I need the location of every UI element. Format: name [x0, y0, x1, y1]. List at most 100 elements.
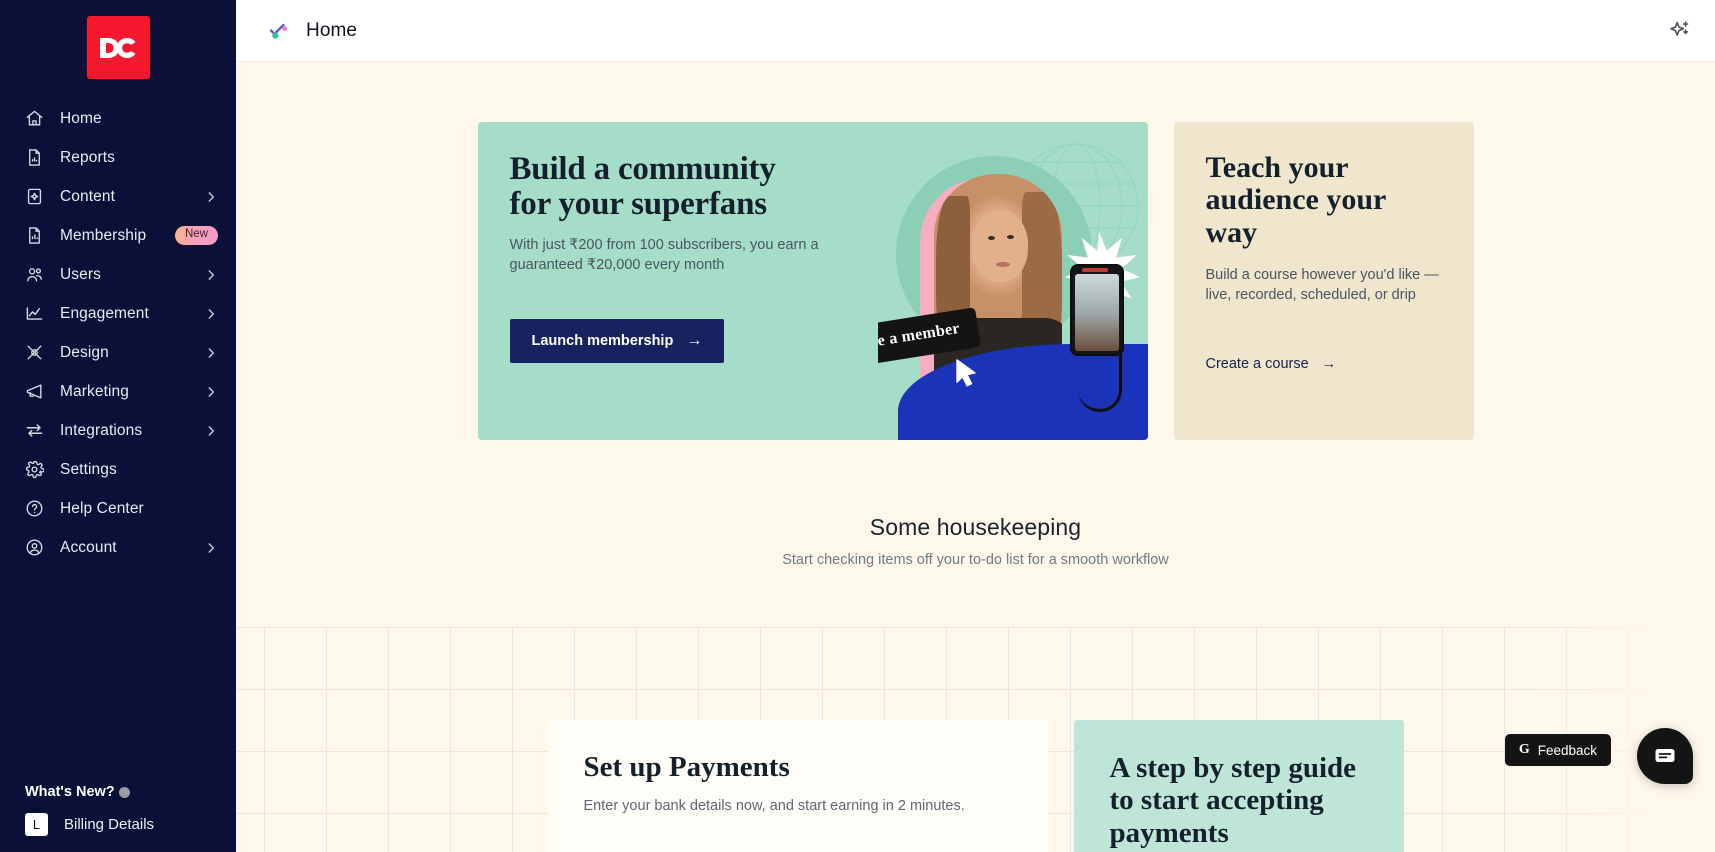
- membership-icon: [25, 226, 44, 245]
- sidebar-item-label: Home: [60, 109, 102, 127]
- sidebar-item-label: Design: [60, 343, 109, 361]
- sidebar-item-label: Engagement: [60, 304, 149, 322]
- membership-new-badge: New: [174, 226, 218, 245]
- main-area: Home Build a community for your superfan…: [236, 0, 1715, 852]
- payments-guide-card[interactable]: A step by step guide to start accepting …: [1073, 720, 1404, 852]
- sidebar-item-design[interactable]: Design: [0, 333, 236, 372]
- sidebar-item-label: Help Center: [60, 499, 144, 517]
- membership-promo-heading: Build a community for your superfans: [510, 152, 898, 222]
- course-promo-subtext: Build a course however you'd like — live…: [1205, 267, 1439, 304]
- membership-promo-card[interactable]: Build a community for your superfans Wit…: [477, 122, 1148, 440]
- chevron-right-icon: [208, 269, 215, 280]
- sidebar-item-membership[interactable]: Membership New: [0, 216, 236, 255]
- sidebar-item-marketing[interactable]: Marketing: [0, 372, 236, 411]
- collage-phone: [1069, 264, 1124, 356]
- arrow-right-icon: →: [686, 332, 703, 350]
- todo-card-row: Set up Payments Enter your bank details …: [236, 720, 1715, 852]
- chevron-right-icon: [208, 425, 215, 436]
- launch-membership-button[interactable]: Launch membership →: [509, 319, 725, 364]
- gear-icon: [25, 460, 44, 479]
- users-icon: [25, 265, 44, 284]
- topbar: Home: [236, 0, 1715, 62]
- sidebar-item-label: Integrations: [60, 421, 143, 439]
- membership-promo-subtext: With just ₹200 from 100 subscribers, you…: [509, 236, 819, 273]
- setup-payments-subtitle: Enter your bank details now, and start e…: [583, 797, 965, 814]
- setup-payments-title: Set up Payments: [583, 751, 790, 783]
- launch-membership-label: Launch membership: [531, 333, 674, 350]
- arrow-right-icon: →: [1321, 355, 1337, 372]
- heading-line-2: for your superfans: [509, 185, 768, 222]
- billing-details-item[interactable]: L Billing Details: [0, 807, 236, 846]
- chart-line-icon: [25, 304, 44, 323]
- dc-logo[interactable]: [86, 16, 150, 79]
- design-icon: [25, 343, 44, 362]
- phone-cord: [1077, 350, 1122, 412]
- question-icon: [25, 499, 44, 518]
- phone-live-bar: [1081, 268, 1108, 272]
- sidebar-item-engagement[interactable]: Engagement: [0, 294, 236, 333]
- page-title: Home: [306, 19, 358, 41]
- sidebar-item-account[interactable]: Account: [0, 528, 236, 567]
- logo-container[interactable]: [0, 0, 236, 93]
- feedback-logo-icon: G: [1518, 742, 1530, 757]
- sidebar-item-label: Users: [60, 265, 101, 283]
- chevron-right-icon: [208, 347, 215, 358]
- heading-line-1: Teach your: [1205, 151, 1349, 184]
- chat-widget-button[interactable]: [1637, 728, 1693, 784]
- sidebar-item-label: Account: [60, 538, 117, 556]
- housekeeping-subtitle: Start checking items off your to-do list…: [782, 552, 1169, 568]
- sidebar-item-users[interactable]: Users: [0, 255, 236, 294]
- course-promo-card[interactable]: Teach your audience your way Build a cou…: [1173, 122, 1474, 440]
- housekeeping-title: Some housekeeping: [869, 514, 1082, 540]
- whats-new-indicator-dot: [118, 786, 130, 798]
- sidebar-item-label: Membership: [60, 226, 147, 244]
- avatar: L: [25, 813, 48, 836]
- housekeeping-section-header: Some housekeeping Start checking items o…: [236, 514, 1715, 568]
- person-eye-left: [987, 236, 995, 240]
- whats-new-label: What's New?: [25, 784, 115, 800]
- create-a-course-link[interactable]: Create a course →: [1206, 356, 1337, 372]
- person-face: [971, 210, 1028, 282]
- sidebar-item-label: Content: [60, 187, 115, 205]
- chevron-right-icon: [208, 542, 215, 553]
- whats-new-button[interactable]: What's New?: [0, 777, 236, 807]
- feedback-button[interactable]: G Feedback: [1504, 734, 1611, 766]
- chat-bubble-icon: [1655, 749, 1675, 762]
- membership-promo-text: Build a community for your superfans Wit…: [478, 122, 898, 364]
- sidebar-item-label: Marketing: [60, 382, 129, 400]
- chevron-right-icon: [208, 308, 215, 319]
- sidebar-nav: Home Reports Content Membership New User…: [0, 99, 236, 567]
- chevron-right-icon: [208, 386, 215, 397]
- sidebar-item-label: Settings: [60, 460, 117, 478]
- sidebar-item-help-center[interactable]: Help Center: [0, 489, 236, 528]
- sidebar-item-settings[interactable]: Settings: [0, 450, 236, 489]
- account-icon: [25, 538, 44, 557]
- heading-line-3: way: [1205, 215, 1258, 249]
- phone-screen: [1074, 274, 1119, 351]
- membership-promo-collage: Become a member: [877, 122, 1148, 440]
- payments-guide-title: A step by step guide to start accepting …: [1109, 752, 1357, 849]
- feedback-label: Feedback: [1537, 742, 1597, 758]
- hero-row: Build a community for your superfans Wit…: [236, 62, 1715, 440]
- content-icon: [25, 187, 44, 206]
- create-a-course-label: Create a course: [1205, 355, 1309, 372]
- course-promo-heading: Teach your audience your way: [1205, 151, 1444, 249]
- setup-payments-card[interactable]: Set up Payments Enter your bank details …: [547, 720, 1048, 852]
- sidebar-footer: What's New? L Billing Details: [0, 777, 236, 852]
- home-icon: [25, 109, 44, 128]
- sidebar-item-home[interactable]: Home: [0, 99, 236, 138]
- app-root: Home Reports Content Membership New User…: [0, 0, 1715, 852]
- heading-line-1: Build a community: [509, 151, 776, 187]
- person-lips: [995, 262, 1010, 267]
- sparkle-icon[interactable]: [1667, 18, 1693, 44]
- report-icon: [25, 148, 44, 167]
- sidebar-item-content[interactable]: Content: [0, 177, 236, 216]
- exchange-icon: [25, 421, 44, 440]
- sidebar: Home Reports Content Membership New User…: [0, 0, 236, 852]
- sidebar-item-integrations[interactable]: Integrations: [0, 411, 236, 450]
- chevron-right-icon: [208, 191, 215, 202]
- sidebar-item-reports[interactable]: Reports: [0, 138, 236, 177]
- person-eye-right: [1006, 235, 1014, 239]
- home-check-icon: [266, 18, 292, 44]
- page-content: Build a community for your superfans Wit…: [236, 62, 1715, 852]
